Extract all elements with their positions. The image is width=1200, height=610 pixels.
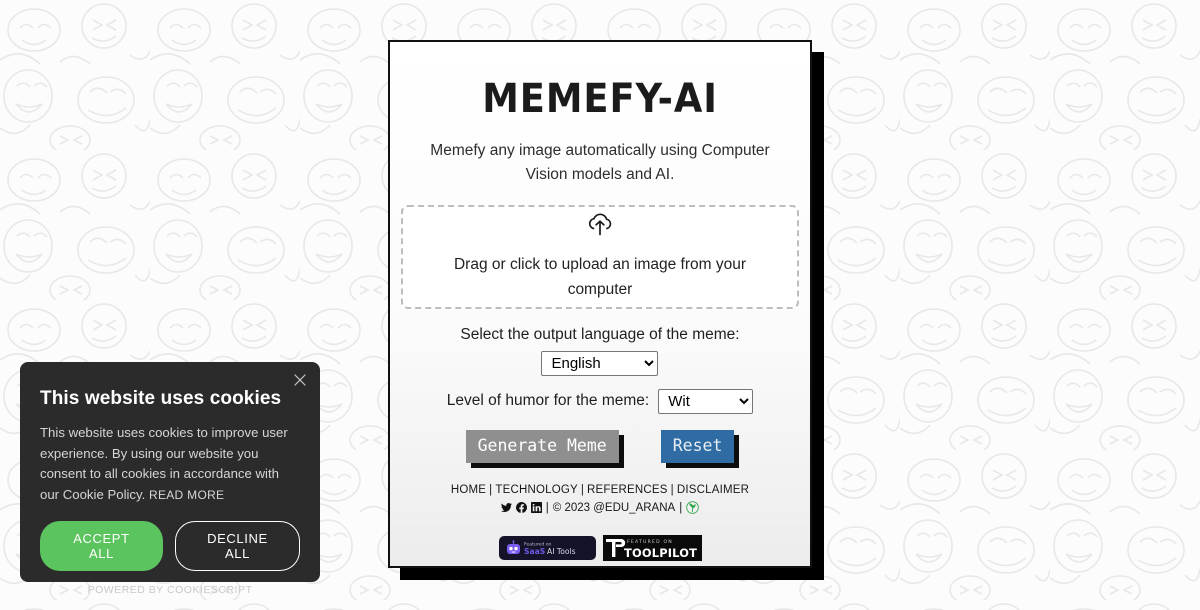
decline-all-button[interactable]: DECLINE ALL [174,521,300,571]
saas-ai-tools-badge[interactable]: Featured on SaaS AI Tools [498,536,596,565]
upload-dropzone[interactable]: Drag or click to upload an image from yo… [401,205,799,309]
page-title: MEMEFY-AI [482,76,718,122]
humor-select[interactable]: Wit [658,388,754,414]
twitter-icon[interactable] [500,502,512,513]
action-button-row: Generate Meme Reset [465,429,735,463]
app-card: MEMEFY-AI Memefy any image automatically… [388,40,812,568]
cookie-read-more-link[interactable]: READ MORE [149,488,224,502]
footer-copyright: © 2023 @EDU_ARANA [552,501,676,514]
badge-row: Featured on SaaS AI Tools FEATURED ON TO… [498,535,702,566]
cookie-banner-title: This website uses cookies [40,388,282,409]
cookie-banner-text: This website uses cookies to improve use… [40,423,300,505]
svg-text:SaaS: SaaS [524,547,545,556]
close-icon[interactable] [291,371,309,389]
accept-all-button[interactable]: ACCEPT ALL [40,521,163,571]
footer-separator: | [670,484,674,496]
svg-text:AI Tools: AI Tools [547,547,576,556]
page-subtitle: Memefy any image automatically using Com… [430,142,770,183]
reset-button[interactable]: Reset [660,429,735,463]
footer-separator: | [489,484,493,496]
language-row: Select the output language of the meme: … [460,325,740,376]
linkedin-icon[interactable] [530,502,542,513]
footer-nav: HOME | TECHNOLOGY | REFERENCES | DISCLAIMER [451,484,749,496]
site-footer: HOME | TECHNOLOGY | REFERENCES | DISCLAIMER | … [414,484,786,566]
footer-separator: | [679,501,683,514]
language-select[interactable]: English [541,350,659,376]
upload-dropzone-label: Drag or click to upload an image from yo… [453,256,747,299]
footer-meta: | © 2023 @EDU_ARANA | [500,501,699,514]
footer-separator: | [580,484,585,496]
footer-link-disclaimer[interactable]: DISCLAIMER [677,484,749,496]
humor-row: Level of humor for the meme: Wit [446,388,754,414]
humor-label: Level of humor for the meme: [446,392,650,410]
facebook-icon[interactable] [515,502,527,513]
footer-link-technology[interactable]: TECHNOLOGY [495,484,578,496]
cookie-consent-banner: This website uses cookies This website u… [20,362,320,596]
footer-separator: | [545,501,549,514]
cloud-upload-icon [585,211,615,244]
green-leaf-icon[interactable] [686,501,699,514]
footer-link-home[interactable]: HOME [451,484,486,496]
cookie-banner-buttons: ACCEPT ALL DECLINE ALL [40,521,300,571]
generate-meme-button[interactable]: Generate Meme [465,429,619,463]
footer-link-references[interactable]: REFERENCES [587,484,668,496]
svg-text:FEATURED ON: FEATURED ON [627,539,673,545]
language-label: Select the output language of the meme: [460,325,740,343]
cookie-powered-by-link[interactable]: POWERED BY COOKIESCRIPT [40,584,300,596]
svg-text:TOOLPILOT: TOOLPILOT [624,546,697,560]
toolpilot-badge[interactable]: FEATURED ON TOOLPILOT [602,535,702,566]
